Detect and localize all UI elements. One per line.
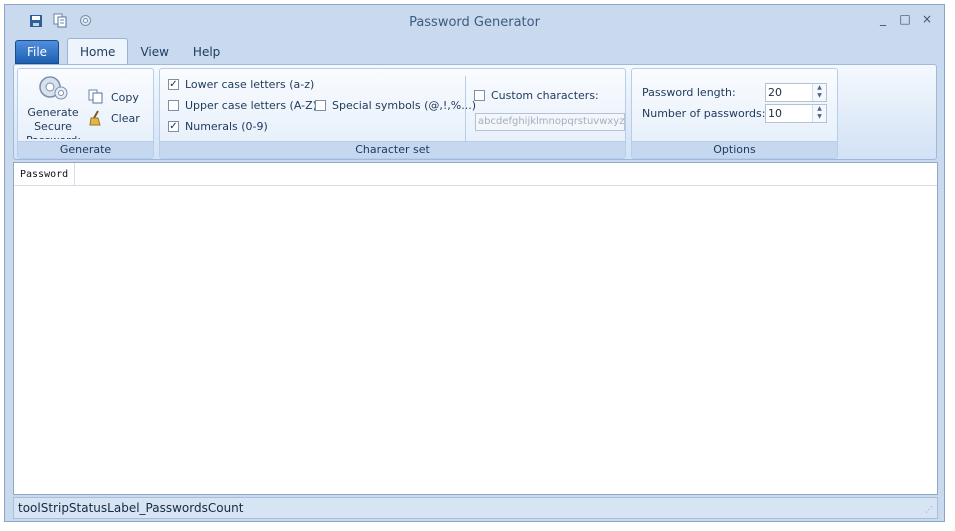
gears-icon [39, 76, 68, 100]
chevron-down-icon[interactable]: ▼ [813, 92, 826, 100]
password-list[interactable]: Password [13, 162, 938, 495]
window-controls: _ □ × [876, 12, 934, 26]
clear-button-label: Clear [111, 111, 140, 125]
numerals-option[interactable]: ✓ Numerals (0-9) [168, 120, 268, 133]
lower-case-checkbox[interactable]: ✓ [168, 79, 179, 90]
generate-group-label: Generate [18, 141, 153, 158]
tab-home[interactable]: Home [67, 38, 129, 64]
copy-button-label: Copy [111, 90, 139, 104]
special-symbols-checkbox[interactable] [315, 100, 326, 111]
password-count-row: Number of passwords: [642, 107, 765, 120]
password-column-header[interactable]: Password [14, 163, 75, 185]
tab-help[interactable]: Help [181, 40, 232, 64]
lower-case-label: Lower case letters (a-z) [185, 78, 315, 91]
password-length-value[interactable]: 20 [768, 86, 782, 99]
password-count-value[interactable]: 10 [768, 107, 782, 120]
status-bar: toolStripStatusLabel_PasswordsCount ⋰ [13, 497, 938, 519]
chevron-down-icon[interactable]: ▼ [813, 113, 826, 121]
options-group: Password length: 20 ▲ ▼ Number of passwor… [631, 68, 838, 159]
password-length-spinner[interactable]: 20 ▲ ▼ [765, 83, 827, 102]
password-length-arrows[interactable]: ▲ ▼ [812, 84, 826, 101]
resize-grip-icon[interactable]: ⋰ [925, 506, 935, 516]
title-bar: Password Generator _ □ × [5, 5, 944, 37]
file-tab[interactable]: File [15, 40, 59, 64]
special-symbols-label: Special symbols (@,!,%...) [332, 99, 477, 112]
broom-icon [89, 110, 101, 126]
window-title: Password Generator [409, 15, 540, 30]
upper-case-option[interactable]: Upper case letters (A-Z) [168, 99, 317, 112]
custom-characters-label: Custom characters: [491, 89, 599, 102]
numerals-checkbox[interactable]: ✓ [168, 121, 179, 132]
custom-characters-checkbox[interactable] [474, 90, 485, 101]
generate-button-label: Generate Secure Passwords [26, 106, 80, 139]
character-set-divider [465, 76, 466, 142]
generate-secure-passwords-button[interactable]: Generate Secure Passwords [26, 74, 80, 139]
upper-case-checkbox[interactable] [168, 100, 179, 111]
character-set-group: ✓ Lower case letters (a-z) Upper case le… [159, 68, 626, 159]
minimize-button[interactable]: _ [876, 12, 890, 26]
custom-characters-input[interactable]: abcdefghijklmnopqrstuvwxyz [475, 113, 625, 131]
chevron-up-icon[interactable]: ▲ [813, 105, 826, 113]
generate-group: Generate Secure Passwords Copy Clear Gen… [17, 68, 154, 159]
clear-button[interactable]: Clear [88, 110, 140, 126]
password-count-label: Number of passwords: [642, 107, 766, 120]
password-count-arrows[interactable]: ▲ ▼ [812, 105, 826, 122]
numerals-label: Numerals (0-9) [185, 120, 268, 133]
lower-case-option[interactable]: ✓ Lower case letters (a-z) [168, 78, 314, 91]
password-list-header: Password [14, 163, 937, 186]
password-generator-window: Password Generator _ □ × File Home View … [4, 4, 945, 522]
password-length-label: Password length: [642, 86, 736, 99]
close-button[interactable]: × [920, 12, 934, 26]
options-group-label: Options [632, 141, 837, 158]
character-set-group-label: Character set [160, 141, 625, 158]
chevron-up-icon[interactable]: ▲ [813, 84, 826, 92]
copy-icon [88, 89, 103, 104]
copy-button[interactable]: Copy [88, 89, 139, 105]
password-length-row: Password length: [642, 86, 736, 99]
maximize-button[interactable]: □ [898, 12, 912, 26]
upper-case-label: Upper case letters (A-Z) [185, 99, 317, 112]
tab-view[interactable]: View [128, 40, 180, 64]
ribbon-panel: Generate Secure Passwords Copy Clear Gen… [13, 64, 937, 160]
ribbon-tabs: File Home View Help [15, 38, 232, 64]
status-label: toolStripStatusLabel_PasswordsCount [18, 501, 244, 515]
password-count-spinner[interactable]: 10 ▲ ▼ [765, 104, 827, 123]
custom-characters-option[interactable]: Custom characters: [474, 89, 599, 102]
special-symbols-option[interactable]: Special symbols (@,!,%...) [315, 99, 476, 112]
